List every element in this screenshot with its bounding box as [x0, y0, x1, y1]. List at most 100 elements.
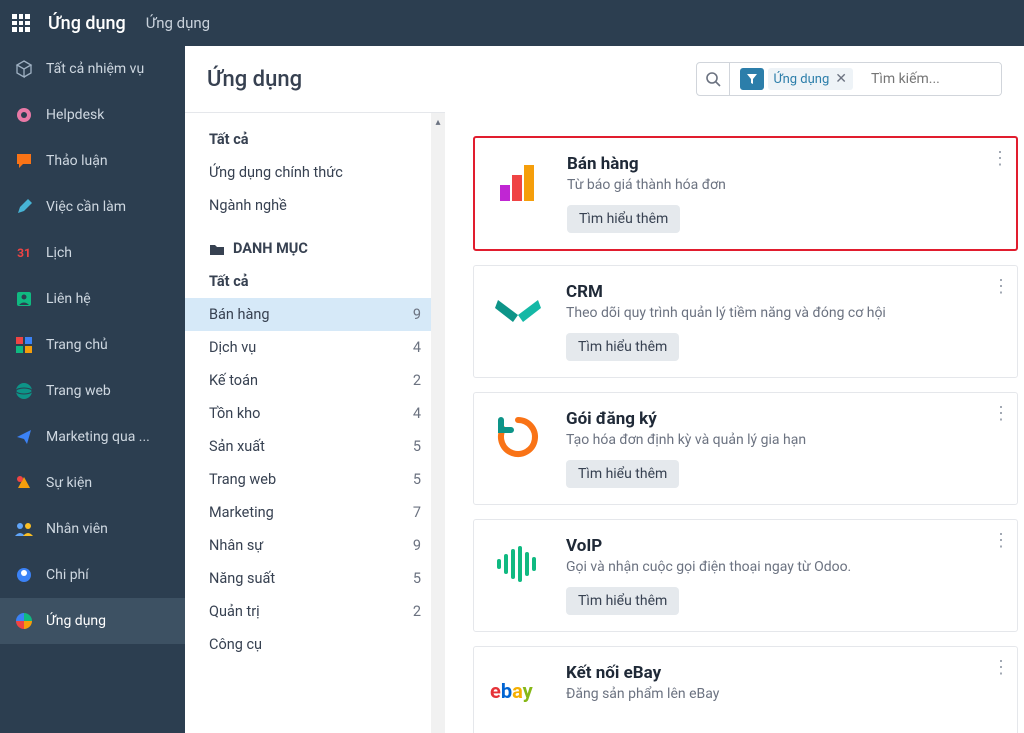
- lifebuoy-icon: [14, 105, 34, 125]
- main-header: Ứng dụng Ứng dụng ✕: [185, 46, 1024, 112]
- filter-cat-tools[interactable]: Công cụ: [185, 628, 445, 661]
- search-chip[interactable]: Ứng dụng ✕: [768, 68, 853, 90]
- left-sidebar: Tất cả nhiệm vụ Helpdesk Thảo luận Việc …: [0, 46, 185, 733]
- dashboard-icon: [14, 335, 34, 355]
- search-bar[interactable]: Ứng dụng ✕: [696, 62, 1002, 96]
- apps-list: Bán hàng Từ báo giá thành hóa đơn Tìm hi…: [445, 112, 1024, 733]
- expense-icon: [14, 565, 34, 585]
- card-menu-icon[interactable]: ⋮: [992, 530, 1009, 551]
- send-icon: [14, 427, 34, 447]
- sidebar-item-marketing[interactable]: Marketing qua ...: [0, 414, 185, 460]
- globe-icon: [14, 381, 34, 401]
- search-chip-label: Ứng dụng: [774, 72, 830, 87]
- filter-cat-all[interactable]: Tất cả: [185, 265, 445, 298]
- sidebar-item-label: Chi phí: [46, 567, 89, 583]
- filter-row-all[interactable]: Tất cả: [185, 123, 445, 156]
- sidebar-item-label: Trang web: [46, 383, 111, 399]
- app-brand: Ứng dụng: [48, 13, 126, 34]
- card-menu-icon[interactable]: ⋮: [991, 148, 1008, 169]
- calendar-icon: 31: [14, 243, 34, 263]
- sidebar-item-label: Nhân viên: [46, 521, 108, 537]
- chip-remove-icon[interactable]: ✕: [835, 71, 847, 87]
- sidebar-item-calendar[interactable]: 31 Lịch: [0, 230, 185, 276]
- apps-grid-icon[interactable]: [12, 14, 30, 32]
- breadcrumb[interactable]: Ứng dụng: [146, 14, 210, 32]
- app-card-desc: Theo dõi quy trình quản lý tiềm năng và …: [566, 305, 1001, 321]
- sidebar-item-employees[interactable]: Nhân viên: [0, 506, 185, 552]
- handshake-icon: [490, 282, 546, 338]
- sidebar-item-expenses[interactable]: Chi phí: [0, 552, 185, 598]
- apps-pie-icon: [14, 611, 34, 631]
- app-card-title: Kết nối eBay: [566, 663, 1001, 683]
- app-card-subscription[interactable]: Gói đăng ký Tạo hóa đơn định kỳ và quản …: [473, 392, 1018, 505]
- app-card-desc: Đăng sản phẩm lên eBay: [566, 686, 1001, 702]
- sidebar-item-all-tasks[interactable]: Tất cả nhiệm vụ: [0, 46, 185, 92]
- sidebar-item-helpdesk[interactable]: Helpdesk: [0, 92, 185, 138]
- folder-icon: [209, 242, 225, 256]
- sales-chart-icon: [491, 154, 547, 210]
- cube-icon: [14, 59, 34, 79]
- filter-cat-marketing[interactable]: Marketing7: [185, 496, 445, 529]
- filter-cat-hr[interactable]: Nhân sự9: [185, 529, 445, 562]
- sidebar-item-home[interactable]: Trang chủ: [0, 322, 185, 368]
- app-card-title: Bán hàng: [567, 154, 1000, 174]
- sidebar-item-label: Việc cần làm: [46, 199, 126, 215]
- search-icon[interactable]: [697, 63, 730, 95]
- filter-header-categories: DANH MỤC: [185, 222, 445, 265]
- chat-icon: [14, 151, 34, 171]
- main-panel: Ứng dụng Ứng dụng ✕: [185, 46, 1024, 733]
- filter-cat-accounting[interactable]: Kế toán2: [185, 364, 445, 397]
- learn-more-button[interactable]: Tìm hiểu thêm: [566, 460, 679, 488]
- filter-row-industry[interactable]: Ngành nghề: [185, 189, 445, 222]
- filter-column: Tất cả Ứng dụng chính thức Ngành nghề DA…: [185, 112, 445, 733]
- page-title: Ứng dụng: [207, 67, 302, 92]
- scroll-up-icon[interactable]: ▴: [435, 117, 440, 128]
- event-icon: [14, 473, 34, 493]
- app-card-ebay[interactable]: ebay Kết nối eBay Đăng sản phẩm lên eBay…: [473, 646, 1018, 733]
- people-icon: [14, 519, 34, 539]
- sidebar-item-apps[interactable]: Ứng dụng: [0, 598, 185, 644]
- app-card-desc: Tạo hóa đơn định kỳ và quản lý gia hạn: [566, 432, 1001, 448]
- sidebar-item-label: Ứng dụng: [46, 613, 106, 629]
- sidebar-item-events[interactable]: Sự kiện: [0, 460, 185, 506]
- filter-row-official[interactable]: Ứng dụng chính thức: [185, 156, 445, 189]
- sidebar-item-label: Helpdesk: [46, 107, 104, 123]
- scrollbar-track[interactable]: ▴: [431, 113, 445, 733]
- app-card-crm[interactable]: CRM Theo dõi quy trình quản lý tiềm năng…: [473, 265, 1018, 378]
- learn-more-button[interactable]: Tìm hiểu thêm: [567, 205, 680, 233]
- learn-more-button[interactable]: Tìm hiểu thêm: [566, 333, 679, 361]
- refresh-icon: [490, 409, 546, 465]
- app-card-title: Gói đăng ký: [566, 409, 1001, 429]
- filter-cat-services[interactable]: Dịch vụ4: [185, 331, 445, 364]
- filter-cat-manufacturing[interactable]: Sản xuất5: [185, 430, 445, 463]
- filter-cat-inventory[interactable]: Tồn kho4: [185, 397, 445, 430]
- filter-cat-productivity[interactable]: Năng suất5: [185, 562, 445, 595]
- contact-icon: [14, 289, 34, 309]
- sidebar-item-label: Thảo luận: [46, 153, 108, 169]
- ebay-logo-icon: ebay: [490, 663, 546, 719]
- filter-cat-admin[interactable]: Quản trị2: [185, 595, 445, 628]
- sidebar-item-contacts[interactable]: Liên hệ: [0, 276, 185, 322]
- sidebar-item-label: Tất cả nhiệm vụ: [46, 61, 144, 77]
- sidebar-item-todo[interactable]: Việc cần làm: [0, 184, 185, 230]
- filter-cat-website[interactable]: Trang web5: [185, 463, 445, 496]
- learn-more-button[interactable]: Tìm hiểu thêm: [566, 587, 679, 615]
- soundwave-icon: [490, 536, 546, 592]
- sidebar-item-label: Lịch: [46, 245, 72, 261]
- topbar: Ứng dụng Ứng dụng: [0, 0, 1024, 46]
- card-menu-icon[interactable]: ⋮: [992, 276, 1009, 297]
- app-card-desc: Gọi và nhận cuộc gọi điện thoại ngay từ …: [566, 559, 1001, 575]
- card-menu-icon[interactable]: ⋮: [992, 657, 1009, 678]
- app-card-voip[interactable]: VoIP Gọi và nhận cuộc gọi điện thoại nga…: [473, 519, 1018, 632]
- sidebar-item-discuss[interactable]: Thảo luận: [0, 138, 185, 184]
- sidebar-item-label: Liên hệ: [46, 291, 91, 307]
- sidebar-item-website[interactable]: Trang web: [0, 368, 185, 414]
- search-input[interactable]: [861, 63, 1001, 95]
- pencil-icon: [14, 197, 34, 217]
- filter-icon[interactable]: [740, 68, 764, 90]
- app-card-desc: Từ báo giá thành hóa đơn: [567, 177, 1000, 193]
- card-menu-icon[interactable]: ⋮: [992, 403, 1009, 424]
- filter-cat-sales[interactable]: Bán hàng9: [185, 298, 445, 331]
- app-card-title: CRM: [566, 282, 1001, 302]
- app-card-sales[interactable]: Bán hàng Từ báo giá thành hóa đơn Tìm hi…: [473, 136, 1018, 251]
